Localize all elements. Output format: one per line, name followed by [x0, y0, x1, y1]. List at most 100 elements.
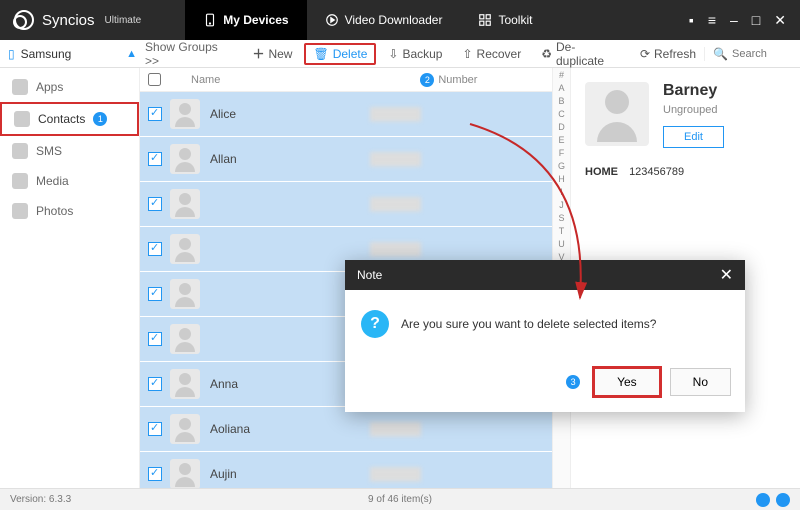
search-input[interactable]	[732, 48, 792, 60]
avatar-icon	[170, 459, 200, 488]
index-letter[interactable]: C	[553, 109, 570, 122]
index-letter[interactable]: B	[553, 96, 570, 109]
maximize-icon[interactable]: □	[752, 12, 760, 29]
nav-toolkit[interactable]: Toolkit	[460, 0, 550, 40]
index-letter[interactable]: J	[553, 200, 570, 213]
index-letter[interactable]: A	[553, 83, 570, 96]
device-selector[interactable]: ▯ Samsung ▲	[8, 47, 137, 61]
row-checkbox[interactable]	[148, 287, 162, 301]
minimize-icon[interactable]: –	[730, 12, 738, 29]
close-icon[interactable]: ✕	[774, 12, 786, 29]
index-letter[interactable]: G	[553, 161, 570, 174]
detail-group: Ungrouped	[663, 104, 724, 116]
index-letter[interactable]: #	[553, 70, 570, 83]
detail-name: Barney	[663, 82, 724, 100]
select-all-checkbox[interactable]	[148, 73, 161, 86]
sidebar-item-sms[interactable]: SMS	[0, 136, 139, 166]
index-letter[interactable]: U	[553, 239, 570, 252]
device-toolbar: ▯ Samsung ▲ Show Groups >> ＋New 🗑 Delete …	[0, 40, 800, 68]
refresh-button[interactable]: ⟳Refresh	[632, 44, 704, 64]
phone-icon: ▯	[8, 47, 15, 61]
sidebar-label: Apps	[36, 80, 63, 94]
dialog-close-button[interactable]: ✕	[720, 265, 733, 285]
main-area: Apps Contacts1 SMS Media Photos Name 2Nu…	[0, 68, 800, 488]
eject-icon[interactable]: ▲	[126, 48, 137, 60]
avatar-icon	[170, 189, 200, 219]
yes-button[interactable]: Yes	[592, 366, 662, 398]
column-number: 2Number	[420, 73, 477, 87]
twitter-icon[interactable]	[776, 493, 790, 507]
contact-number: ██████	[370, 197, 421, 211]
contact-number: ██████	[370, 467, 421, 481]
row-checkbox[interactable]	[148, 152, 162, 166]
table-row[interactable]: Aoliana██████	[140, 407, 552, 452]
sidebar-item-photos[interactable]: Photos	[0, 196, 139, 226]
row-checkbox[interactable]	[148, 467, 162, 481]
nav-video-downloader[interactable]: Video Downloader	[307, 0, 461, 40]
phone-icon	[203, 13, 217, 27]
facebook-icon[interactable]	[756, 493, 770, 507]
avatar-icon	[170, 369, 200, 399]
contact-number: ██████	[370, 107, 421, 121]
table-row[interactable]: Allan██████	[140, 137, 552, 182]
social-icons	[756, 493, 790, 507]
contact-name: Aoliana	[210, 422, 370, 436]
delete-button[interactable]: 🗑 Delete	[304, 43, 376, 65]
deduplicate-button[interactable]: ♻De-duplicate	[533, 37, 628, 71]
content-area: Name 2Number Alice██████Allan██████ █████…	[140, 68, 800, 488]
recover-button[interactable]: ⇧Recover	[454, 44, 529, 64]
row-checkbox[interactable]	[148, 107, 162, 121]
table-row[interactable]: Aujin██████	[140, 452, 552, 488]
trash-icon: 🗑	[313, 47, 328, 61]
action-toolbar: ＋New 🗑 Delete ⇩Backup ⇧Recover ♻De-duplic…	[244, 37, 704, 71]
avatar-icon	[170, 414, 200, 444]
list-header: Name 2Number	[140, 68, 552, 92]
sidebar-item-apps[interactable]: Apps	[0, 72, 139, 102]
no-button[interactable]: No	[670, 368, 731, 396]
sidebar-item-contacts[interactable]: Contacts1	[0, 102, 139, 136]
backup-button[interactable]: ⇩Backup	[380, 44, 450, 64]
search-box[interactable]: 🔍	[704, 47, 792, 61]
question-icon: ?	[361, 310, 389, 338]
nav-my-devices[interactable]: My Devices	[185, 0, 306, 40]
phone-label: HOME	[585, 166, 618, 178]
phone-value: 123456789	[629, 166, 684, 178]
row-checkbox[interactable]	[148, 242, 162, 256]
row-checkbox[interactable]	[148, 377, 162, 391]
recover-icon: ⇧	[462, 47, 472, 61]
menu-icon[interactable]: ≡	[708, 12, 716, 29]
table-row[interactable]: ██████	[140, 182, 552, 227]
top-nav: My Devices Video Downloader Toolkit	[185, 0, 550, 40]
apps-icon	[12, 79, 28, 95]
status-bar: Version: 6.3.3 9 of 46 item(s)	[0, 488, 800, 510]
index-letter[interactable]: T	[553, 226, 570, 239]
step-2-marker: 2	[420, 73, 434, 87]
sms-icon	[12, 143, 28, 159]
sidebar-item-media[interactable]: Media	[0, 166, 139, 196]
avatar-icon	[170, 234, 200, 264]
nav-label: My Devices	[223, 13, 288, 27]
refresh-label: Refresh	[654, 47, 696, 61]
show-groups-link[interactable]: Show Groups >>	[145, 40, 234, 68]
avatar-icon	[170, 324, 200, 354]
row-checkbox[interactable]	[148, 422, 162, 436]
phone-row: HOME 123456789	[585, 166, 786, 178]
app-edition: Ultimate	[105, 15, 142, 26]
index-letter[interactable]: D	[553, 122, 570, 135]
index-letter[interactable]: F	[553, 148, 570, 161]
index-letter[interactable]: E	[553, 135, 570, 148]
delete-label: Delete	[333, 47, 368, 61]
index-letter[interactable]: S	[553, 213, 570, 226]
index-letter[interactable]: H	[553, 174, 570, 187]
grid-icon	[478, 13, 492, 27]
index-letter[interactable]: I	[553, 187, 570, 200]
dedup-icon: ♻	[541, 47, 552, 61]
row-checkbox[interactable]	[148, 332, 162, 346]
dialog-message: Are you sure you want to delete selected…	[401, 317, 656, 331]
table-row[interactable]: Alice██████	[140, 92, 552, 137]
feedback-icon[interactable]: ▪	[689, 12, 694, 29]
edit-button[interactable]: Edit	[663, 126, 724, 148]
row-checkbox[interactable]	[148, 197, 162, 211]
sidebar-label: Media	[36, 174, 69, 188]
new-button[interactable]: ＋New	[244, 42, 300, 65]
